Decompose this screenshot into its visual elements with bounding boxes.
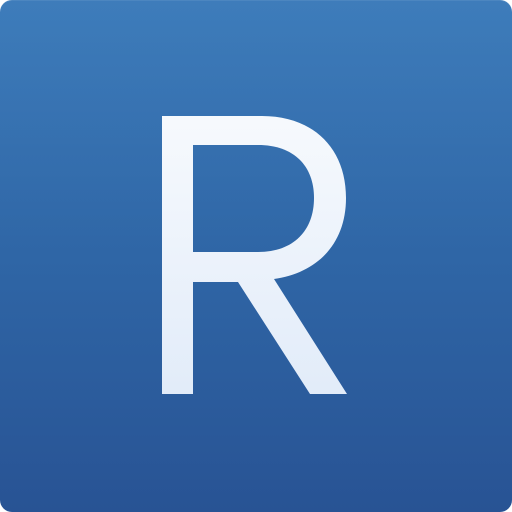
letter-r-glyph (0, 0, 512, 512)
app-icon-tile: R (0, 0, 512, 512)
